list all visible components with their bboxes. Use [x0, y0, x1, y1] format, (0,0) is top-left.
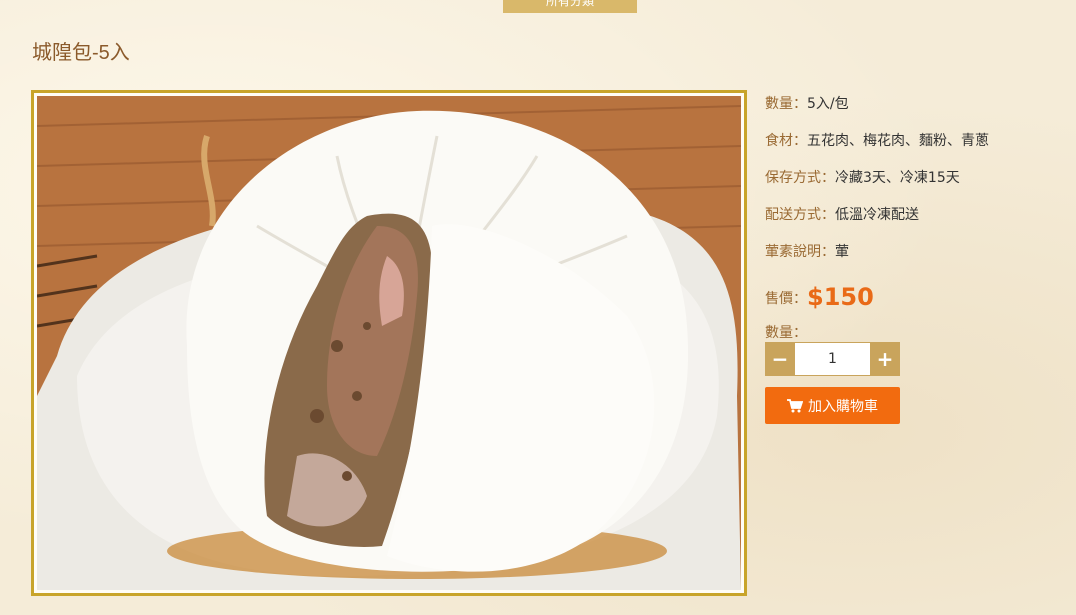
- detail-value: 五花肉、梅花肉、麵粉、青蔥: [807, 133, 989, 149]
- add-to-cart-label: 加入購物車: [808, 398, 878, 415]
- add-to-cart-button[interactable]: 加入購物車: [765, 387, 900, 424]
- product-info: 數量：5入/包 食材：五花肉、梅花肉、麵粉、青蔥 保存方式：冷藏3天、冷凍15天…: [765, 95, 1065, 424]
- detail-label: 保存方式：: [765, 170, 835, 186]
- detail-label: 配送方式：: [765, 207, 835, 223]
- detail-label: 葷素說明：: [765, 244, 835, 260]
- quantity-decrease-button[interactable]: −: [765, 342, 795, 376]
- price-row: 售價：$150: [765, 283, 1065, 320]
- detail-value: 低溫冷凍配送: [835, 207, 919, 223]
- detail-label: 食材：: [765, 133, 807, 149]
- detail-row-storage: 保存方式：冷藏3天、冷凍15天: [765, 169, 1065, 206]
- steamed-bun-illustration: [37, 96, 741, 590]
- detail-row-quantity: 數量：5入/包: [765, 95, 1065, 132]
- product-image: [37, 96, 741, 590]
- detail-row-diet: 葷素說明：葷: [765, 243, 1065, 280]
- category-tab[interactable]: 所有分類: [503, 0, 637, 13]
- detail-value: 冷藏3天、冷凍15天: [835, 170, 960, 186]
- quantity-input[interactable]: [795, 342, 870, 376]
- quantity-increase-button[interactable]: +: [870, 342, 900, 376]
- page-title: 城隍包-5入: [32, 42, 130, 64]
- detail-value: 葷: [835, 244, 849, 260]
- quantity-stepper: − +: [765, 342, 900, 376]
- detail-label: 數量：: [765, 96, 807, 112]
- price-value: $150: [807, 283, 874, 311]
- detail-row-ingredients: 食材：五花肉、梅花肉、麵粉、青蔥: [765, 132, 1065, 169]
- shopping-cart-icon: [787, 398, 803, 412]
- detail-row-delivery: 配送方式：低溫冷凍配送: [765, 206, 1065, 243]
- price-label: 售價：: [765, 291, 807, 307]
- quantity-label: 數量：: [765, 325, 807, 341]
- product-image-frame: [31, 90, 747, 596]
- detail-value: 5入/包: [807, 96, 849, 112]
